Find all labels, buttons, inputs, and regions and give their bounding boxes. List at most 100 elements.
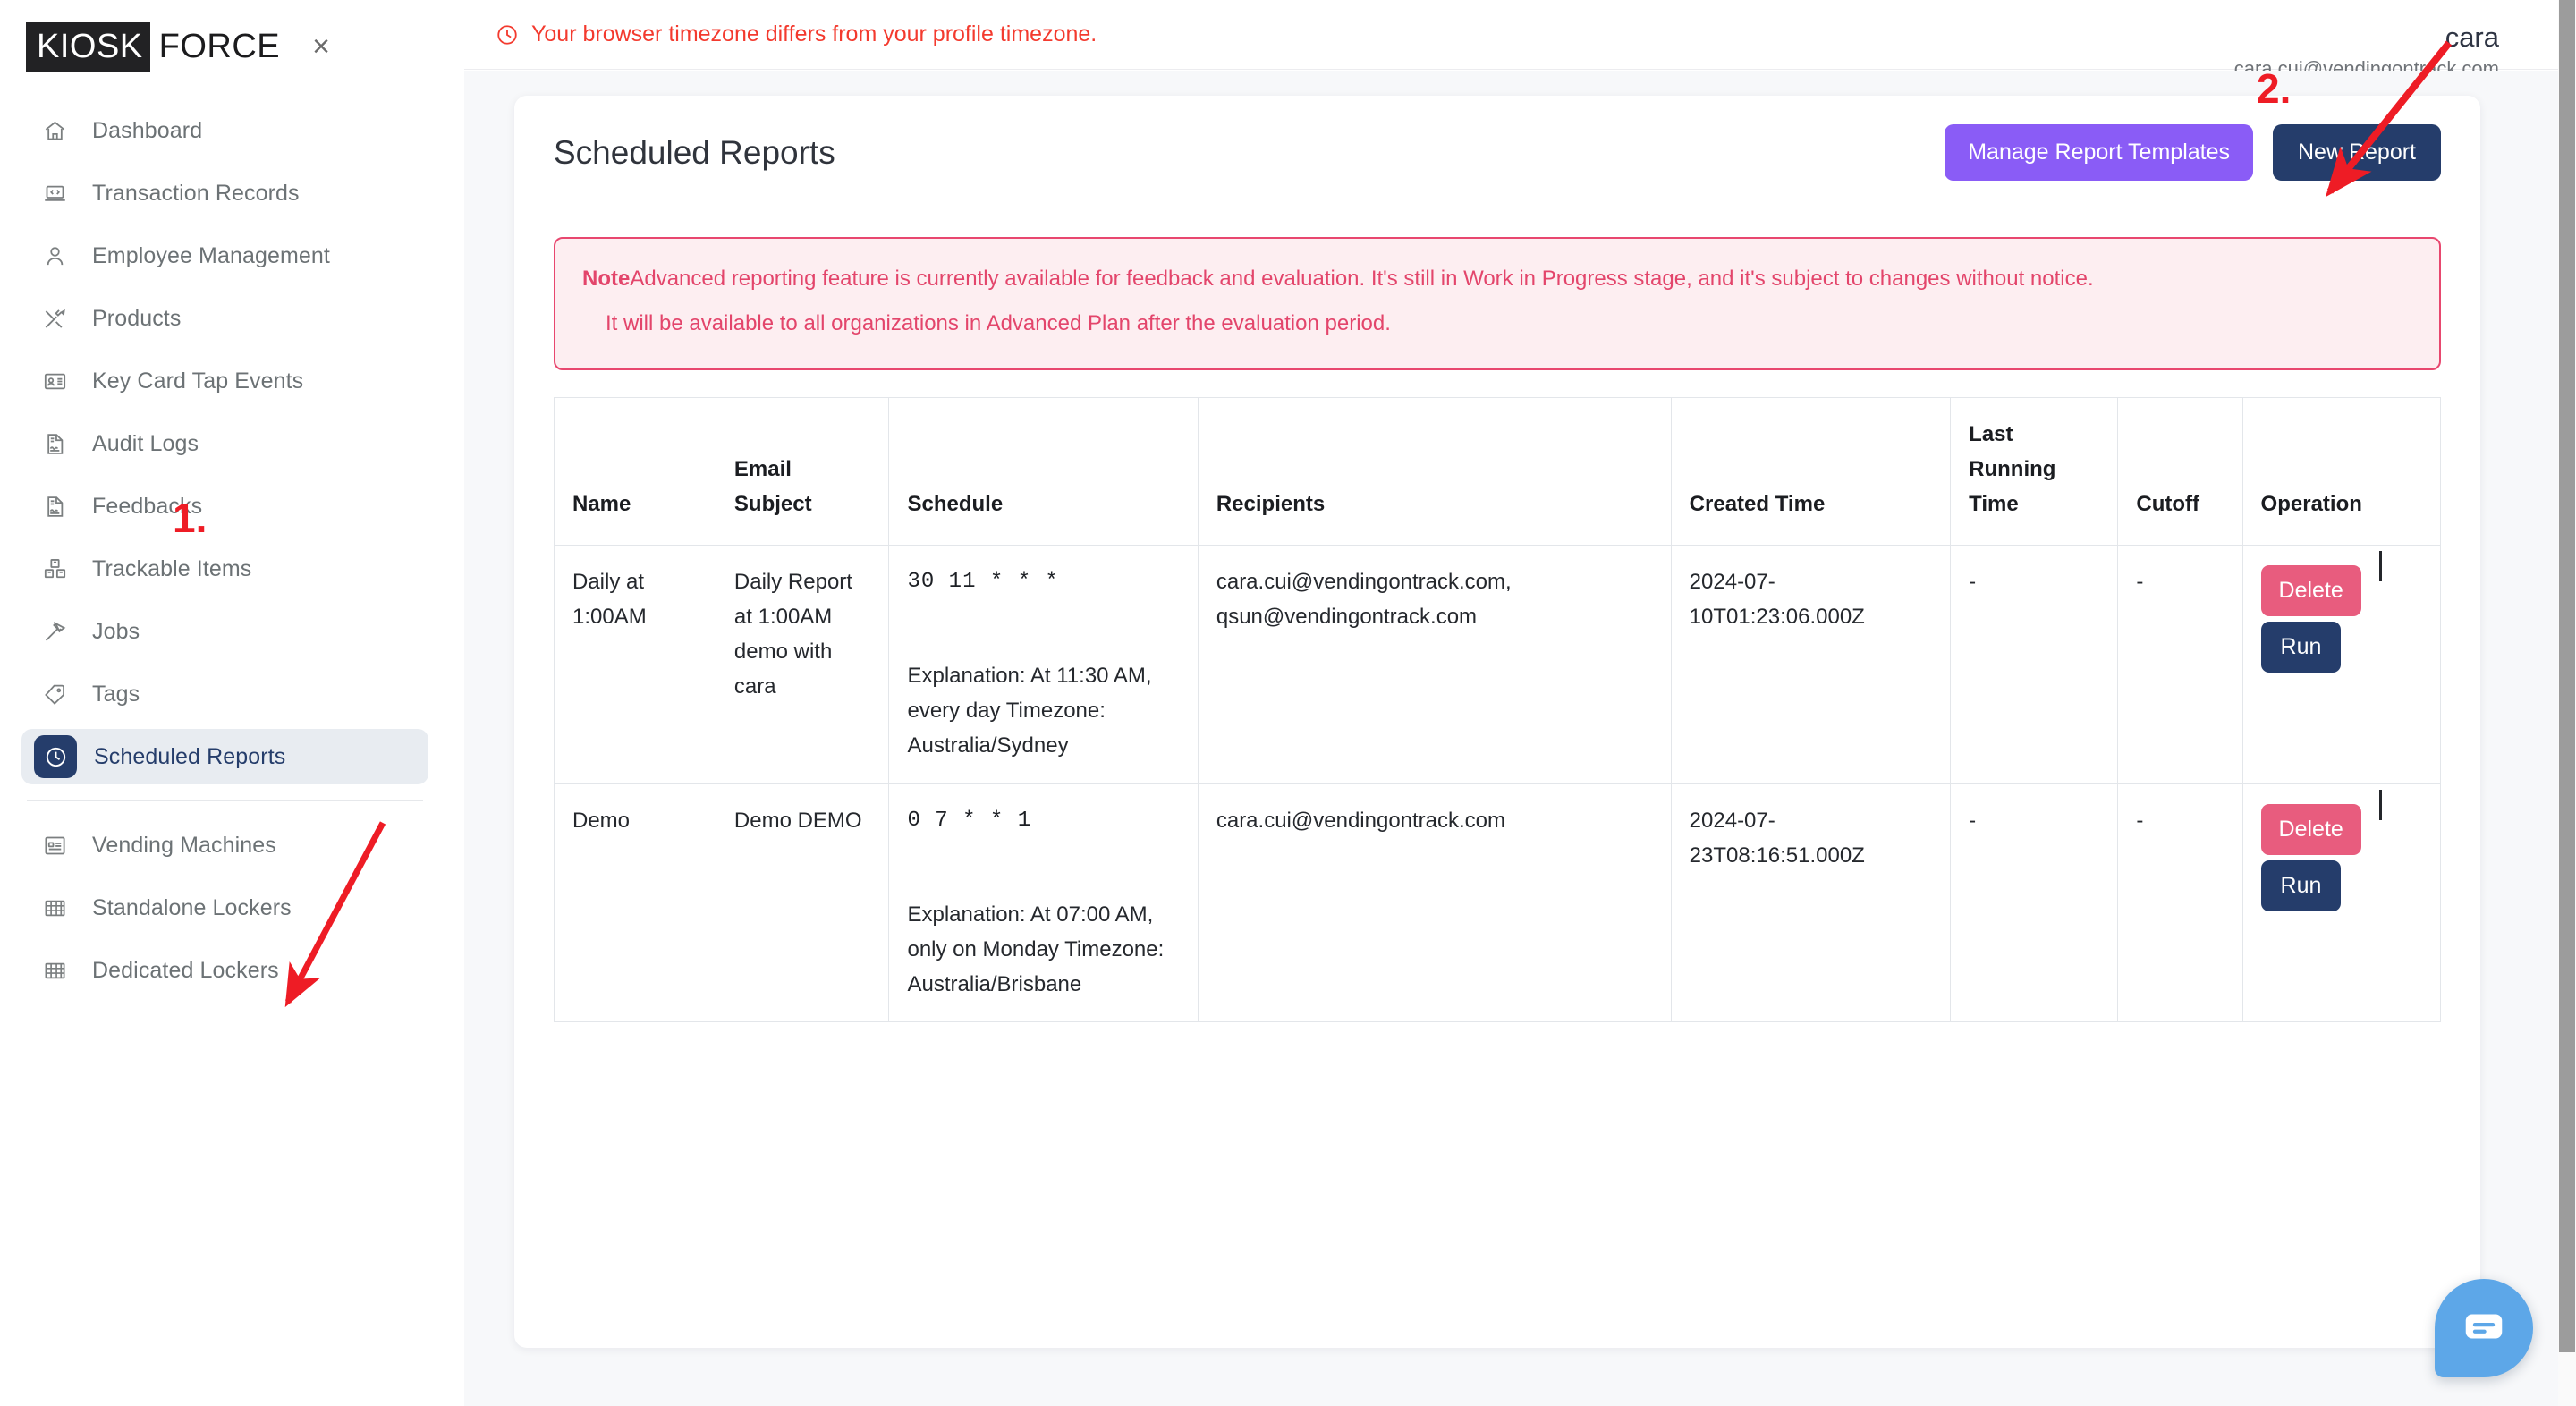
- grid-icon: [34, 887, 75, 928]
- cell-email-subject: Demo DEMO: [715, 783, 890, 1023]
- column-header-last-running-time: Last Running Time: [1950, 396, 2119, 546]
- column-header-operation: Operation: [2241, 396, 2442, 546]
- cell-email-subject: Daily Report at 1:00AM demo with cara: [715, 545, 890, 784]
- sidebar-item-label: Employee Management: [92, 242, 330, 268]
- sidebar-item-jobs[interactable]: Jobs: [21, 604, 428, 659]
- sidebar-item-dashboard[interactable]: Dashboard: [21, 103, 428, 158]
- sidebar-nav: Dashboard Transaction Records Employee M…: [0, 103, 450, 998]
- cell-schedule: 30 11 * * * Explanation: At 11:30 AM, ev…: [888, 545, 1199, 784]
- note-label: Note: [582, 267, 631, 291]
- cell-cutoff: -: [2117, 545, 2243, 784]
- scheduled-reports-table-wrapper: Name Email Subject Schedule Recipients C…: [554, 396, 2442, 1023]
- cell-last-running-time: -: [1950, 545, 2119, 784]
- text-caret: [2378, 789, 2382, 820]
- cron-expression: 0 7 * * 1: [907, 808, 1032, 833]
- grid-icon: [34, 950, 75, 991]
- column-header-name: Name: [554, 396, 716, 546]
- sidebar-scrollbar-track[interactable]: [447, 0, 911, 1406]
- document-signature-icon: [34, 486, 75, 527]
- sidebar-item-label: Dedicated Lockers: [92, 957, 279, 983]
- logo-force-text: FORCE: [158, 28, 281, 65]
- sidebar-item-employee-management[interactable]: Employee Management: [21, 228, 428, 284]
- sidebar-item-products[interactable]: Products: [21, 291, 428, 346]
- sidebar-item-key-card-tap-events[interactable]: Key Card Tap Events: [21, 353, 428, 409]
- main-content: Scheduled Reports Manage Report Template…: [464, 71, 2558, 1406]
- delete-button[interactable]: Delete: [2260, 803, 2361, 855]
- column-header-schedule: Schedule: [888, 396, 1199, 546]
- table-row: Demo Demo DEMO 0 7 * * 1 Explanation: At…: [554, 783, 2442, 1023]
- new-report-button[interactable]: New Report: [2273, 124, 2441, 181]
- header-actions: Manage Report Templates New Report: [1945, 124, 2441, 181]
- sidebar-item-label: Trackable Items: [92, 555, 252, 581]
- run-button[interactable]: Run: [2260, 622, 2342, 673]
- user-name: cara: [2445, 21, 2499, 53]
- sidebar-item-dedicated-lockers[interactable]: Dedicated Lockers: [21, 943, 428, 998]
- close-icon[interactable]: ×: [312, 31, 330, 62]
- sidebar-item-label: Tags: [92, 681, 140, 707]
- cell-name: Daily at 1:00AM: [554, 545, 716, 784]
- text-caret: [2378, 551, 2382, 582]
- page-title: Scheduled Reports: [554, 133, 835, 171]
- timezone-warning-text: Your browser timezone differs from your …: [531, 21, 1097, 47]
- delete-button[interactable]: Delete: [2260, 565, 2361, 617]
- annotation-step-2-label: 2.: [2257, 65, 2292, 112]
- hammer-icon: [34, 611, 75, 652]
- cell-schedule: 0 7 * * 1 Explanation: At 07:00 AM, only…: [888, 783, 1199, 1023]
- tag-icon: [34, 673, 75, 715]
- sidebar-item-standalone-lockers[interactable]: Standalone Lockers: [21, 880, 428, 936]
- cron-explanation: Explanation: At 07:00 AM, only on Monday…: [907, 902, 1165, 996]
- boxes-icon: [34, 548, 75, 589]
- clock-icon: [496, 23, 519, 47]
- app-logo[interactable]: KIOSK FORCE: [26, 21, 281, 72]
- sidebar-item-vending-machines[interactable]: Vending Machines: [21, 817, 428, 873]
- document-signature-icon: [34, 423, 75, 464]
- cell-operation: Delete Run: [2241, 545, 2442, 784]
- cron-expression: 30 11 * * *: [907, 570, 1059, 595]
- column-header-created-time: Created Time: [1670, 396, 1952, 546]
- table-row: Daily at 1:00AM Daily Report at 1:00AM d…: [554, 545, 2442, 784]
- sidebar-item-label: Jobs: [92, 618, 140, 644]
- card-header: Scheduled Reports Manage Report Template…: [514, 96, 2480, 208]
- annotation-step-1-label: 1.: [173, 495, 208, 541]
- sidebar-item-label: Products: [92, 305, 182, 331]
- sidebar-divider: [27, 800, 423, 801]
- table-header: Name Email Subject Schedule Recipients C…: [554, 396, 2442, 546]
- brand-row: KIOSK FORCE ×: [0, 13, 450, 80]
- sidebar-item-label: Transaction Records: [92, 180, 300, 206]
- browser-scrollbar-thumb[interactable]: [2559, 0, 2575, 1352]
- cell-name: Demo: [554, 783, 716, 1023]
- cell-recipients: cara.cui@vendingontrack.com: [1197, 783, 1672, 1023]
- browser-scrollbar-track[interactable]: [2558, 0, 2576, 1406]
- vending-machine-icon: [34, 825, 75, 866]
- manage-report-templates-button[interactable]: Manage Report Templates: [1945, 124, 2253, 181]
- application-root: KIOSK FORCE × Dashboard Transaction Reco…: [0, 0, 2576, 1406]
- sidebar-item-audit-logs[interactable]: Audit Logs: [21, 416, 428, 471]
- sidebar-item-scheduled-reports[interactable]: Scheduled Reports: [21, 729, 428, 784]
- note-line-1: Advanced reporting feature is currently …: [630, 267, 2094, 291]
- column-header-cutoff: Cutoff: [2117, 396, 2243, 546]
- sidebar-item-label: Audit Logs: [92, 430, 199, 456]
- sidebar-item-label: Vending Machines: [92, 832, 276, 858]
- chat-bubble-icon: [2460, 1302, 2508, 1355]
- run-button[interactable]: Run: [2260, 860, 2342, 911]
- sidebar-item-transaction-records[interactable]: Transaction Records: [21, 165, 428, 221]
- sidebar-item-label: Key Card Tap Events: [92, 368, 304, 394]
- chat-widget-button[interactable]: [2435, 1279, 2533, 1377]
- note-line-2: It will be available to all organization…: [606, 311, 1391, 336]
- scheduled-reports-card: Scheduled Reports Manage Report Template…: [514, 96, 2480, 1348]
- sidebar-item-feedbacks[interactable]: Feedbacks: [21, 479, 428, 534]
- id-card-icon: [34, 360, 75, 402]
- cell-recipients: cara.cui@vendingontrack.com, qsun@vendin…: [1197, 545, 1672, 784]
- timezone-warning: Your browser timezone differs from your …: [496, 21, 1097, 47]
- sidebar-item-tags[interactable]: Tags: [21, 666, 428, 722]
- info-note-banner: NoteAdvanced reporting feature is curren…: [554, 237, 2441, 370]
- cell-cutoff: -: [2117, 783, 2243, 1023]
- clock-icon: [34, 735, 77, 778]
- user-icon: [34, 235, 75, 276]
- home-icon: [34, 110, 75, 151]
- sidebar-item-trackable-items[interactable]: Trackable Items: [21, 541, 428, 597]
- logo-kiosk-text: KIOSK: [26, 21, 150, 72]
- scheduled-reports-table: Name Email Subject Schedule Recipients C…: [554, 396, 2442, 1023]
- tools-icon: [34, 298, 75, 339]
- sidebar-item-label: Dashboard: [92, 117, 203, 143]
